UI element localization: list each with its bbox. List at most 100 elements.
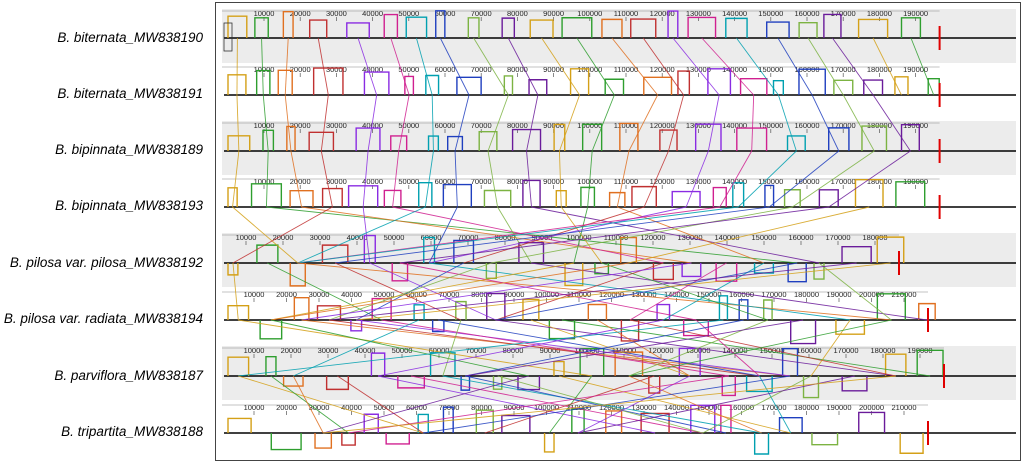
tick-label: 10000 (244, 290, 265, 299)
tick-label: 170000 (833, 346, 858, 355)
lcb-block (677, 70, 691, 95)
genome-label: B. tripartita_MW838188 (61, 424, 203, 439)
lcb-block (858, 411, 886, 433)
lcb-block (528, 79, 548, 95)
tick-label: 160000 (788, 233, 813, 242)
lcb-block (918, 302, 936, 320)
tick-label: 90000 (504, 290, 525, 299)
tick-label: 30000 (318, 346, 339, 355)
lcb-block (270, 433, 302, 451)
tick-label: 60000 (435, 121, 456, 130)
tick-label: 110000 (614, 121, 638, 130)
lcb-block (413, 304, 425, 320)
lcb-block (671, 190, 701, 207)
tick-label: 130000 (686, 121, 711, 130)
genome-label: B. pilosa var. radiata_MW838194 (3, 311, 203, 326)
tick-label: 140000 (714, 233, 739, 242)
lcb-block (753, 433, 770, 455)
lcb-block (363, 71, 390, 95)
lcb-block (604, 78, 625, 95)
lcb-block (418, 181, 433, 207)
lcb-block (790, 320, 817, 345)
alignment-viewer[interactable]: 10000 20000 30000 40000 50000 60000 70000 80000… (215, 2, 1021, 461)
tick-label: 50000 (384, 233, 405, 242)
tick-label: 40000 (341, 290, 362, 299)
tick-label: 170000 (831, 121, 856, 130)
lcb-block (818, 189, 839, 207)
tick-label: 10000 (244, 346, 265, 355)
tick-label: 70000 (471, 65, 492, 74)
tick-label: 20000 (290, 177, 311, 186)
lcb-block (927, 77, 940, 95)
tick-label: 50000 (374, 403, 395, 412)
tick-label: 60000 (435, 65, 456, 74)
tick-label: 110000 (614, 177, 638, 186)
tick-label: 10000 (254, 121, 275, 130)
tick-label: 10000 (236, 233, 257, 242)
tick-label: 120000 (650, 121, 675, 130)
tick-label: 170000 (831, 65, 856, 74)
lcb-block (738, 299, 749, 320)
tick-label: 160000 (796, 346, 821, 355)
genome-label: B. biternata_MW838191 (57, 86, 203, 101)
tick-label: 100000 (577, 121, 602, 130)
tick-label: 210000 (891, 403, 916, 412)
lcb-block (571, 408, 585, 433)
lcb-block (341, 433, 356, 446)
genome-label: B. parviflora_MW838187 (54, 368, 203, 383)
tick-label: 70000 (471, 121, 492, 130)
tick-label: 50000 (398, 121, 419, 130)
tick-label: 80000 (507, 177, 528, 186)
tick-label: 120000 (650, 65, 675, 74)
tick-label: 160000 (794, 9, 819, 18)
tick-label: 30000 (309, 290, 330, 299)
tick-label: 30000 (326, 65, 347, 74)
tick-label: 20000 (281, 346, 302, 355)
lcb-block (503, 75, 514, 95)
lcb-block (227, 417, 252, 433)
tick-label: 20000 (290, 121, 311, 130)
tick-label: 80000 (507, 9, 528, 18)
tick-label: 190000 (826, 403, 851, 412)
genome-labels: B. biternata_MW838190 B. biternata_MW838… (0, 0, 215, 463)
lcb-block (763, 299, 773, 320)
tick-label: 140000 (722, 9, 747, 18)
lcb-block (811, 433, 839, 446)
tick-label: 180000 (794, 403, 819, 412)
genome-label: B. bipinnata_MW838193 (55, 198, 203, 213)
tick-label: 10000 (254, 177, 275, 186)
tick-label: 30000 (310, 233, 331, 242)
genome-label: B. pilosa var. pilosa_MW838192 (9, 255, 203, 270)
tick-label: 30000 (326, 177, 347, 186)
tick-label: 190000 (903, 9, 928, 18)
lcb-block (863, 79, 884, 95)
tick-label: 20000 (290, 65, 311, 74)
lcb-block (739, 77, 768, 95)
tick-label: 170000 (831, 9, 856, 18)
lcb-block (314, 433, 333, 449)
lcb-block (899, 433, 924, 454)
lcb-block (718, 295, 729, 320)
tick-label: 170000 (825, 233, 850, 242)
tick-label: 50000 (398, 177, 419, 186)
lcb-block (543, 433, 555, 453)
tick-label: 70000 (471, 9, 492, 18)
tick-label: 90000 (543, 9, 564, 18)
tick-label: 180000 (867, 65, 892, 74)
lcb-block (764, 184, 775, 207)
tick-label: 120000 (599, 290, 624, 299)
lcb-block (833, 79, 854, 95)
tick-label: 180000 (867, 9, 892, 18)
tick-label: 100000 (577, 65, 602, 74)
lcb-block (293, 296, 310, 320)
lcb-block (321, 187, 343, 207)
lcb-block (259, 320, 283, 340)
genome-label: B. biternata_MW838190 (57, 30, 203, 45)
tick-label: 30000 (326, 121, 347, 130)
tick-label: 170000 (761, 403, 786, 412)
genome-label: B. bipinnata_MW838189 (55, 142, 203, 157)
tick-label: 180000 (794, 290, 819, 299)
tick-label: 190000 (826, 290, 851, 299)
tick-label: 160000 (794, 177, 819, 186)
alignment-canvas[interactable]: 10000 20000 30000 40000 50000 60000 70000 80000… (216, 3, 1020, 460)
